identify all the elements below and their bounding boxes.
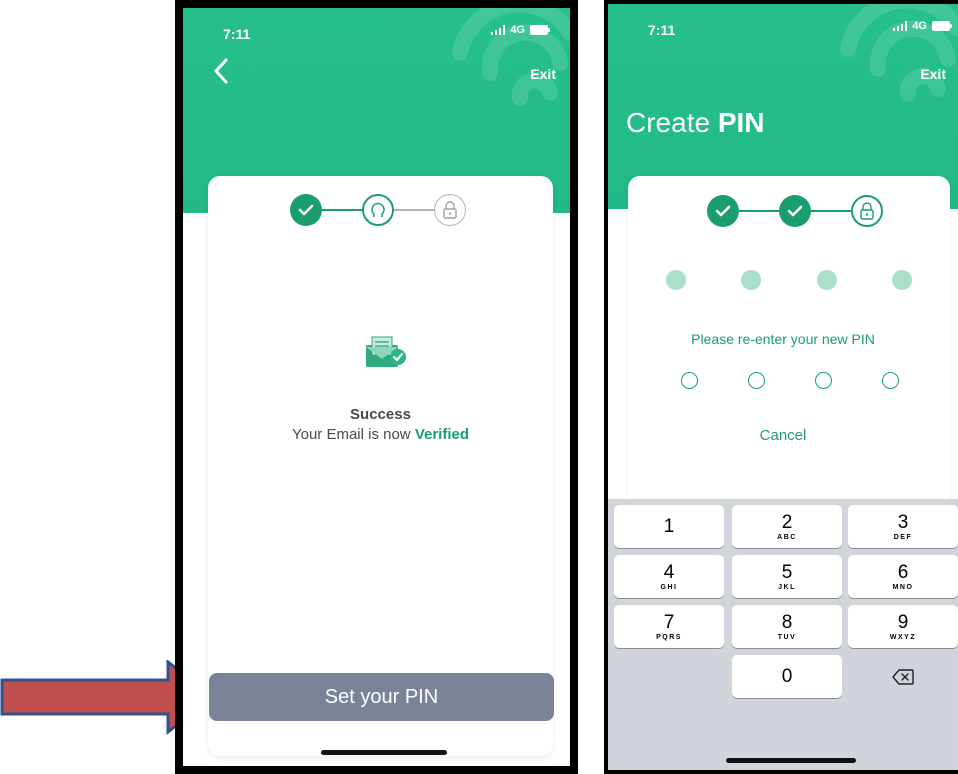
pin-input-slot <box>748 372 765 389</box>
signal-icon <box>491 25 506 35</box>
exit-link[interactable]: Exit <box>530 66 556 82</box>
step-lock-icon <box>434 194 466 226</box>
key-digit: 4 <box>663 561 675 583</box>
success-message: Your Email is now Verified <box>208 426 553 443</box>
key-letters: GHI <box>660 583 678 591</box>
network-label: 4G <box>510 24 525 36</box>
key-digit: 9 <box>897 611 909 633</box>
pin-dot-filled <box>891 270 912 290</box>
signal-icon <box>893 21 908 31</box>
key-letters: DEF <box>893 533 913 541</box>
key-digit: 5 <box>781 561 793 583</box>
pin-dot-filled <box>666 270 686 290</box>
key-letters: TUV <box>777 633 797 641</box>
success-message-text: Your Email is now <box>291 426 411 443</box>
key-digit: 0 <box>781 666 793 687</box>
key-3[interactable]: 3 DEF <box>848 505 958 548</box>
key-letters: MNO <box>892 583 914 591</box>
key-letters: PQRS <box>656 633 682 641</box>
email-verified-screen: 7:11 4G Exit Success Your Email is now V… <box>183 8 570 766</box>
email-verified-icon <box>366 336 406 367</box>
numeric-keypad: 1 2 ABC 3 DEF 4 GHI 5 JKL 6 MNO 7 PQRS 8 TUV 9W… <box>608 499 958 770</box>
backspace-key[interactable] <box>848 655 958 698</box>
verified-label: Verified <box>414 426 470 443</box>
phone-frame-create-pin: 7:11 4G Exit Create PIN Please re-enter … <box>604 0 958 774</box>
progress-stepper <box>290 194 466 226</box>
home-indicator <box>726 758 856 763</box>
progress-stepper <box>707 195 883 227</box>
battery-icon <box>530 25 550 35</box>
pin-input-slot <box>815 372 832 389</box>
pin-prompt: Please re-enter your new PIN <box>691 331 875 347</box>
key-letters: WXYZ <box>889 633 917 641</box>
key-digit: 3 <box>897 511 909 533</box>
key-4[interactable]: 4 GHI <box>614 555 724 598</box>
key-digit: 6 <box>897 561 909 583</box>
pin-dot-filled <box>741 270 762 290</box>
step-complete-check-icon <box>290 194 322 226</box>
status-indicators: 4G <box>491 24 550 36</box>
verification-card: Success Your Email is now Verified <box>208 176 553 756</box>
key-digit: 1 <box>663 516 675 537</box>
key-9[interactable]: 9 WXYZ <box>848 605 958 648</box>
pin-dot-filled <box>816 270 837 290</box>
step-identity-icon <box>362 194 394 226</box>
create-pin-screen: 7:11 4G Exit Create PIN Please re-enter … <box>608 4 958 770</box>
status-time: 7:11 <box>223 26 251 42</box>
key-8[interactable]: 8 TUV <box>732 605 842 648</box>
key-digit: 2 <box>781 511 793 533</box>
success-title: Success <box>350 406 411 423</box>
backspace-icon <box>892 668 914 685</box>
step-complete-check-icon <box>779 195 811 227</box>
set-pin-button[interactable]: Set your PIN <box>209 673 554 721</box>
page-title-prefix: Create <box>626 107 711 138</box>
page-title: Create PIN <box>626 107 765 139</box>
pin-input-circles[interactable] <box>681 372 899 389</box>
key-7[interactable]: 7 PQRS <box>614 605 724 648</box>
pin-input-slot <box>681 372 698 389</box>
step-connector <box>811 210 851 212</box>
pin-entered-dots <box>666 270 912 290</box>
key-6[interactable]: 6 MNO <box>848 555 958 598</box>
status-time: 7:11 <box>648 22 676 38</box>
page-title-bold: PIN <box>717 107 765 138</box>
key-5[interactable]: 5 JKL <box>732 555 842 598</box>
step-connector <box>394 209 434 211</box>
key-letters: JKL <box>778 583 796 591</box>
key-0[interactable]: 0 <box>732 655 842 698</box>
key-digit: 8 <box>781 611 793 633</box>
step-complete-check-icon <box>707 195 739 227</box>
step-connector <box>739 210 779 212</box>
key-1[interactable]: 1 <box>614 505 724 548</box>
home-indicator <box>321 750 447 755</box>
phone-frame-email-verified: 7:11 4G Exit Success Your Email is now V… <box>175 0 578 774</box>
network-label: 4G <box>912 20 927 32</box>
key-digit: 7 <box>663 611 675 633</box>
back-chevron-icon[interactable] <box>213 58 229 90</box>
pin-input-slot <box>882 372 899 389</box>
key-letters: ABC <box>777 533 797 541</box>
key-2[interactable]: 2 ABC <box>732 505 842 548</box>
step-connector <box>322 209 362 211</box>
step-lock-icon <box>851 195 883 227</box>
status-indicators: 4G <box>893 20 952 32</box>
exit-link[interactable]: Exit <box>920 66 946 82</box>
battery-icon <box>932 21 952 31</box>
cancel-link[interactable]: Cancel <box>608 427 958 444</box>
